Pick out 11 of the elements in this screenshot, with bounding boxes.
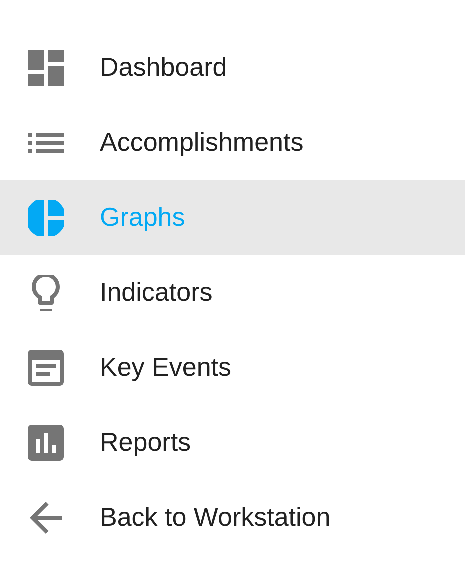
calendar-icon [28, 350, 64, 386]
menu-item[interactable]: Accomplishments [0, 105, 465, 180]
menu-item[interactable]: Dashboard [0, 30, 465, 105]
pie-chart-icon [28, 200, 64, 236]
arrow-left-icon [28, 500, 64, 536]
menu-item[interactable]: Reports [0, 405, 465, 480]
menu-item[interactable]: Key Events [0, 330, 465, 405]
grid-icon [28, 50, 64, 86]
menu-item[interactable]: Back to Workstation [0, 480, 465, 555]
menu-item[interactable]: Indicators [0, 255, 465, 330]
bar-chart-icon [28, 424, 64, 460]
